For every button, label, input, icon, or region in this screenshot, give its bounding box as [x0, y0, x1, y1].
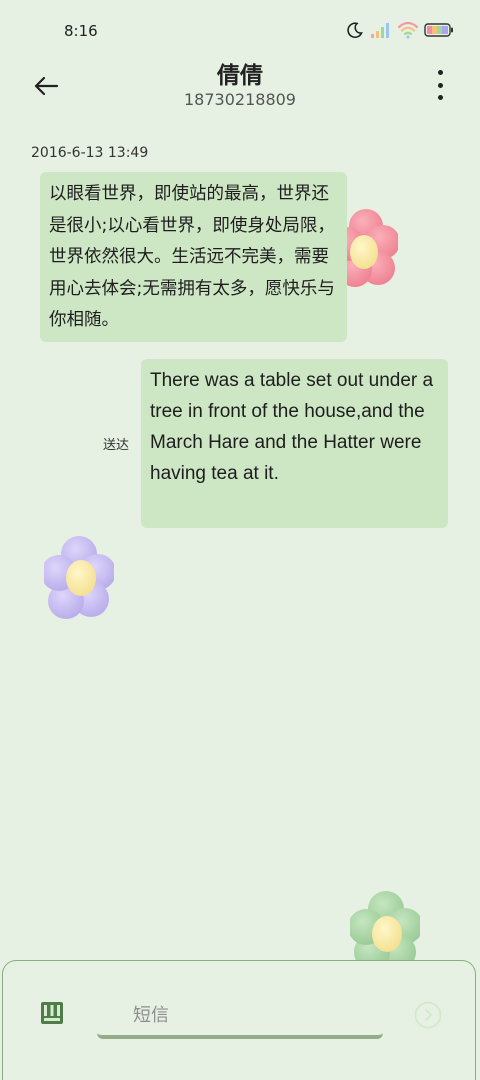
status-time: 8:16: [64, 22, 98, 40]
moon-icon: [346, 21, 364, 43]
message-timestamp: 2016-6-13 13:49: [31, 145, 149, 161]
more-dot: [437, 95, 443, 100]
incoming-message-text: 以眼看世界，即使站的最高，世界还是很小;以心看世界，即使身处局限，世界依然很大。…: [49, 184, 335, 331]
more-dot: [437, 70, 443, 75]
keypad-icon: [41, 1002, 63, 1024]
contact-number: 18730218809: [184, 90, 296, 109]
signal-icon: [370, 21, 392, 43]
wifi-icon: [397, 21, 419, 43]
outgoing-message-text: There was a table set out under a tree i…: [150, 370, 434, 484]
delivery-status: 送达: [103, 438, 130, 453]
outgoing-message-bubble[interactable]: There was a table set out under a tree i…: [141, 359, 448, 528]
more-dot: [437, 82, 443, 88]
sms-input[interactable]: [97, 995, 383, 1039]
status-icons: [346, 20, 454, 44]
contact-name: 倩倩: [217, 63, 263, 89]
message-composer: [2, 960, 476, 1080]
battery-icon: [424, 22, 454, 42]
send-button[interactable]: [414, 1001, 442, 1029]
purple-flower-decoration: [41, 535, 116, 629]
send-icon: [414, 1001, 442, 1029]
keypad-toggle-button[interactable]: [40, 1001, 64, 1025]
conversation-header: 倩倩 18730218809: [0, 52, 480, 122]
more-options-button[interactable]: [432, 70, 448, 100]
incoming-message-bubble[interactable]: 以眼看世界，即使站的最高，世界还是很小;以心看世界，即使身处局限，世界依然很大。…: [40, 172, 347, 342]
green-flower-decoration: [348, 890, 423, 970]
